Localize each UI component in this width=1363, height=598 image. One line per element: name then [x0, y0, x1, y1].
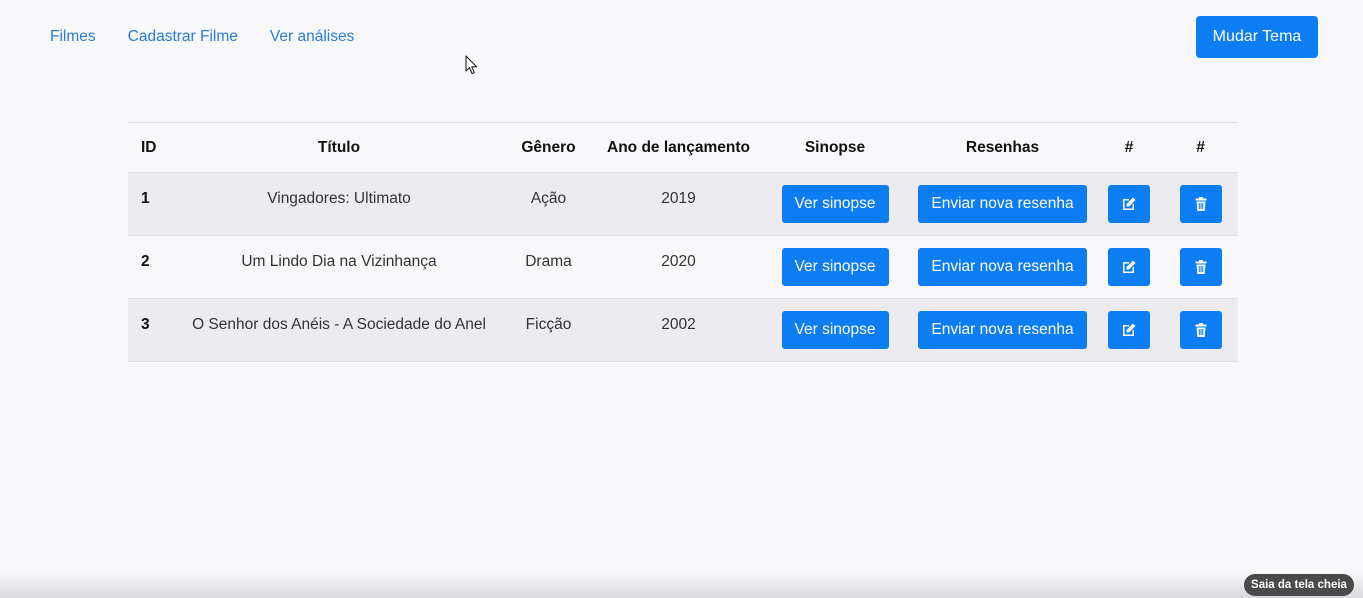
cell-delete [1163, 235, 1238, 299]
trash-icon [1195, 323, 1206, 337]
nav-link-cadastrar-filme[interactable]: Cadastrar Filme [112, 26, 254, 48]
view-synopsis-button[interactable]: Ver sinopse [781, 185, 889, 223]
cell-year: 2002 [597, 298, 760, 362]
edit-icon [1123, 323, 1136, 336]
header-synopsis: Sinopse [760, 122, 910, 173]
table-row: 3 O Senhor dos Anéis - A Sociedade do An… [128, 298, 1238, 362]
movies-table-container: ID Título Gênero Ano de lançamento Sinop… [128, 122, 1238, 362]
edit-icon [1123, 197, 1136, 210]
cell-id: 3 [128, 298, 178, 362]
cell-genre: Drama [500, 235, 597, 299]
movies-table: ID Título Gênero Ano de lançamento Sinop… [128, 122, 1238, 362]
table-row: 1 Vingadores: Ultimato Ação 2019 Ver sin… [128, 172, 1238, 236]
nav-link-filmes[interactable]: Filmes [34, 26, 112, 48]
cell-reviews: Enviar nova resenha [910, 172, 1095, 236]
view-synopsis-button[interactable]: Ver sinopse [781, 311, 889, 349]
bottom-shadow [0, 572, 1363, 598]
cell-reviews: Enviar nova resenha [910, 298, 1095, 362]
cell-title: Um Lindo Dia na Vizinhança [178, 235, 500, 299]
cell-synopsis: Ver sinopse [760, 172, 910, 236]
cell-delete [1163, 172, 1238, 236]
nav-link-ver-analises[interactable]: Ver análises [254, 26, 370, 48]
header-delete: # [1163, 122, 1238, 173]
send-review-button[interactable]: Enviar nova resenha [918, 185, 1087, 223]
cell-year: 2019 [597, 172, 760, 236]
cell-id: 2 [128, 235, 178, 299]
top-navbar: Filmes Cadastrar Filme Ver análises Muda… [0, 0, 1363, 80]
edit-icon [1123, 260, 1136, 273]
cell-delete [1163, 298, 1238, 362]
header-title: Título [178, 122, 500, 173]
cell-synopsis: Ver sinopse [760, 298, 910, 362]
delete-button[interactable] [1179, 311, 1222, 349]
header-edit: # [1095, 122, 1163, 173]
exit-fullscreen-badge[interactable]: Saia da tela cheia [1244, 574, 1354, 596]
edit-button[interactable] [1108, 248, 1150, 286]
cell-genre: Ficção [500, 298, 597, 362]
page: Filmes Cadastrar Filme Ver análises Muda… [0, 0, 1363, 598]
delete-button[interactable] [1179, 185, 1222, 223]
view-synopsis-button[interactable]: Ver sinopse [781, 248, 889, 286]
cell-edit [1095, 298, 1163, 362]
cell-synopsis: Ver sinopse [760, 235, 910, 299]
change-theme-button[interactable]: Mudar Tema [1196, 16, 1318, 58]
edit-button[interactable] [1108, 311, 1150, 349]
cell-year: 2020 [597, 235, 760, 299]
cell-title: O Senhor dos Anéis - A Sociedade do Anel [178, 298, 500, 362]
header-release-year: Ano de lançamento [597, 122, 760, 173]
mouse-cursor-icon [465, 55, 478, 75]
edit-button[interactable] [1108, 185, 1150, 223]
table-header-row: ID Título Gênero Ano de lançamento Sinop… [128, 122, 1238, 173]
cell-title: Vingadores: Ultimato [178, 172, 500, 236]
header-reviews: Resenhas [910, 122, 1095, 173]
trash-icon [1195, 260, 1206, 274]
cell-edit [1095, 235, 1163, 299]
cell-id: 1 [128, 172, 178, 236]
cell-edit [1095, 172, 1163, 236]
trash-icon [1195, 197, 1206, 211]
cell-genre: Ação [500, 172, 597, 236]
delete-button[interactable] [1179, 248, 1222, 286]
cell-reviews: Enviar nova resenha [910, 235, 1095, 299]
send-review-button[interactable]: Enviar nova resenha [918, 248, 1087, 286]
header-genre: Gênero [500, 122, 597, 173]
header-id: ID [128, 122, 178, 173]
table-row: 2 Um Lindo Dia na Vizinhança Drama 2020 … [128, 235, 1238, 299]
nav-links: Filmes Cadastrar Filme Ver análises [34, 26, 370, 48]
send-review-button[interactable]: Enviar nova resenha [918, 311, 1087, 349]
